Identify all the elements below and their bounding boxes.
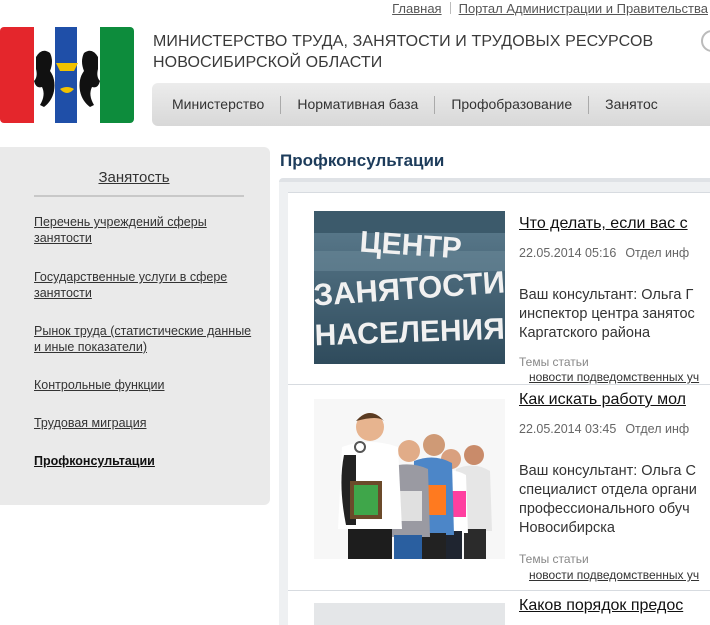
article-department: Отдел инф [625, 246, 690, 260]
home-link[interactable]: Главная [392, 1, 441, 16]
sidebar-item-public-services[interactable]: Государственные услуги в сфере занятости [34, 269, 259, 301]
sidebar: Занятость Перечень учреждений сферы заня… [0, 147, 270, 505]
list-item: ЦЕНТР ЗАНЯТОСТИ НАСЕЛЕНИЯ Что делать, ес… [288, 192, 710, 384]
article-list: ЦЕНТР ЗАНЯТОСТИ НАСЕЛЕНИЯ Что делать, ес… [279, 178, 710, 625]
article-thumbnail[interactable] [314, 603, 505, 625]
article-date: 22.05.2014 03:45 [519, 422, 617, 436]
search-icon[interactable] [701, 30, 710, 52]
article-excerpt-line: инспектор центра занятос [519, 306, 695, 322]
sign-text-line3: НАСЕЛЕНИЯ [314, 313, 505, 353]
page-title: Профконсультации [280, 151, 445, 170]
nav-item-employment[interactable]: Занятос [589, 83, 674, 126]
article-excerpt: Ваш консультант: Ольга С специалист отдел… [519, 462, 697, 538]
sidebar-divider [34, 195, 244, 197]
article-theme-link[interactable]: новости подведомственных уч [529, 370, 699, 384]
administration-portal-link[interactable]: Портал Администрации и Правительства [459, 1, 708, 16]
article-excerpt-line: Новосибирска [519, 520, 615, 536]
list-item: Каков порядок предос [288, 590, 710, 625]
sidebar-item-institutions[interactable]: Перечень учреждений сферы занятости [34, 214, 259, 246]
sidebar-title[interactable]: Занятость [0, 169, 268, 186]
article-excerpt-line: профессионального обуч [519, 501, 690, 517]
article-title[interactable]: Как искать работу мол [519, 391, 686, 409]
article-themes-label: Темы статьи [519, 552, 589, 566]
article-excerpt-line: специалист отдела органи [519, 482, 697, 498]
coat-of-arms-icon[interactable] [0, 27, 134, 123]
article-themes-label: Темы статьи [519, 355, 589, 369]
ministry-title: МИНИСТЕРСТВО ТРУДА, ЗАНЯТОСТИ И ТРУДОВЫХ… [153, 31, 653, 73]
article-thumbnail-students-photo[interactable] [314, 399, 505, 559]
article-title[interactable]: Каков порядок предос [519, 597, 683, 615]
divider [449, 2, 451, 14]
sidebar-item-control-functions[interactable]: Контрольные функции [34, 377, 259, 393]
article-meta: 22.05.2014 05:16 Отдел инф [519, 246, 689, 260]
article-excerpt-line: Каргатского района [519, 325, 651, 341]
top-links: Главная Портал Администрации и Правительс… [392, 1, 708, 16]
main-nav: Министерство Нормативная база Профобразо… [152, 83, 710, 126]
article-excerpt-line: Ваш консультант: Ольга Г [519, 287, 694, 303]
article-thumbnail-employment-center-sign[interactable]: ЦЕНТР ЗАНЯТОСТИ НАСЕЛЕНИЯ [314, 211, 505, 364]
sidebar-item-career-counseling[interactable]: Профконсультации [34, 453, 259, 469]
article-excerpt: Ваш консультант: Ольга Г инспектор центра… [519, 286, 695, 343]
sidebar-item-labor-migration[interactable]: Трудовая миграция [34, 415, 259, 431]
article-department: Отдел инф [625, 422, 690, 436]
nav-item-professional-education[interactable]: Профобразование [435, 83, 588, 126]
article-meta: 22.05.2014 03:45 Отдел инф [519, 422, 689, 436]
article-title[interactable]: Что делать, если вас с [519, 215, 688, 233]
article-excerpt-line: Ваш консультант: Ольга С [519, 463, 696, 479]
ministry-title-line1: МИНИСТЕРСТВО ТРУДА, ЗАНЯТОСТИ И ТРУДОВЫХ… [153, 33, 654, 50]
nav-item-ministry[interactable]: Министерство [152, 83, 280, 126]
ministry-title-line2: НОВОСИБИРСКОЙ ОБЛАСТИ [153, 54, 383, 71]
list-item: Как искать работу мол 22.05.2014 03:45 От… [288, 384, 710, 590]
sidebar-item-labor-market[interactable]: Рынок труда (статистические данные и ины… [34, 323, 259, 355]
article-theme-link[interactable]: новости подведомственных уч [529, 568, 699, 582]
nav-item-normative-base[interactable]: Нормативная база [281, 83, 434, 126]
article-date: 22.05.2014 05:16 [519, 246, 617, 260]
